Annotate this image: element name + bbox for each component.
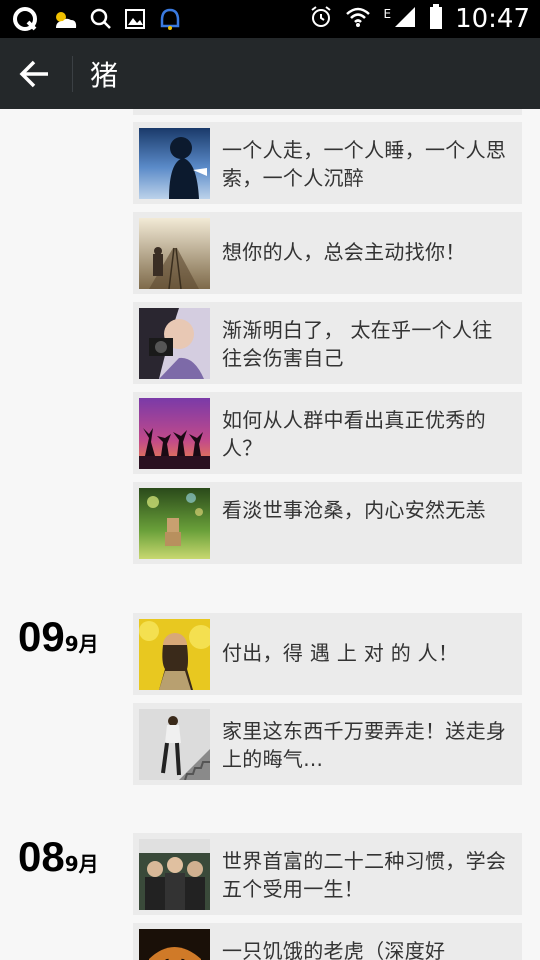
gallery-icon bbox=[124, 8, 146, 34]
search-icon bbox=[90, 8, 112, 34]
list-item[interactable]: 一个人走，一个人睡，一个人思索，一个人沉醉 bbox=[133, 122, 522, 204]
article-thumbnail bbox=[139, 709, 210, 780]
date-month: 9月 bbox=[64, 632, 99, 656]
date-day: 08 bbox=[18, 833, 65, 880]
list-item[interactable]: 付出，得 遇 上 对 的 人！ bbox=[133, 613, 522, 695]
messenger-icon bbox=[158, 6, 182, 36]
list-item[interactable]: 渐渐明白了， 太在乎一个人往往会伤害自己 bbox=[133, 302, 522, 384]
list-item[interactable] bbox=[133, 109, 522, 115]
back-button[interactable] bbox=[18, 58, 54, 90]
article-thumbnail bbox=[139, 929, 210, 960]
page-title: 猪 bbox=[90, 59, 119, 92]
article-thumbnail bbox=[139, 218, 210, 289]
list-item[interactable]: 世界首富的二十二种习惯，学会五个受用一生！ bbox=[133, 833, 522, 915]
status-bar: E 10:47 bbox=[0, 0, 540, 38]
date-day: 09 bbox=[18, 613, 65, 660]
article-thumbnail bbox=[139, 308, 210, 379]
top-navigation-bar: 猪 bbox=[0, 38, 540, 109]
app-q-icon bbox=[12, 6, 38, 36]
list-item[interactable]: 看淡世事沧桑，内心安然无恙 bbox=[133, 482, 522, 564]
article-title: 世界首富的二十二种习惯，学会五个受用一生！ bbox=[222, 849, 507, 901]
date-month: 9月 bbox=[64, 852, 99, 876]
list-item[interactable]: 想你的人，总会主动找你！ bbox=[133, 212, 522, 294]
network-type: E bbox=[383, 7, 392, 21]
battery-icon bbox=[429, 4, 443, 34]
article-thumbnail bbox=[139, 398, 210, 469]
signal-icon bbox=[393, 5, 417, 33]
article-thumbnail bbox=[139, 128, 210, 199]
weather-icon bbox=[50, 6, 78, 36]
article-title: 一个人走，一个人睡，一个人思索，一个人沉醉 bbox=[222, 138, 507, 190]
wifi-icon bbox=[345, 6, 371, 32]
clock: 10:47 bbox=[455, 4, 530, 34]
article-list[interactable]: 一个人走，一个人睡，一个人思索，一个人沉醉 想你的人，总会主动找你！ 渐渐明白了… bbox=[0, 109, 540, 960]
date-label: 089月 bbox=[18, 833, 99, 881]
article-thumbnail bbox=[139, 839, 210, 910]
article-title: 如何从人群中看出真正优秀的人？ bbox=[222, 408, 486, 460]
date-label: 099月 bbox=[18, 613, 99, 661]
alarm-icon bbox=[309, 5, 333, 33]
list-item[interactable]: 一只饥饿的老虎（深度好 bbox=[133, 923, 522, 960]
article-title: 看淡世事沧桑，内心安然无恙 bbox=[222, 498, 486, 522]
arrow-left-icon bbox=[19, 60, 48, 88]
article-thumbnail bbox=[139, 488, 210, 559]
article-title: 渐渐明白了， 太在乎一个人往往会伤害自己 bbox=[222, 318, 493, 370]
article-title: 付出，得 遇 上 对 的 人！ bbox=[222, 641, 459, 665]
article-thumbnail bbox=[139, 619, 210, 690]
nav-divider bbox=[72, 56, 73, 92]
article-title: 想你的人，总会主动找你！ bbox=[222, 240, 466, 264]
article-title: 一只饥饿的老虎（深度好 bbox=[222, 939, 446, 960]
article-title: 家里这东西千万要弄走！送走身上的晦气... bbox=[222, 719, 507, 771]
list-item[interactable]: 如何从人群中看出真正优秀的人？ bbox=[133, 392, 522, 474]
list-item[interactable]: 家里这东西千万要弄走！送走身上的晦气... bbox=[133, 703, 522, 785]
